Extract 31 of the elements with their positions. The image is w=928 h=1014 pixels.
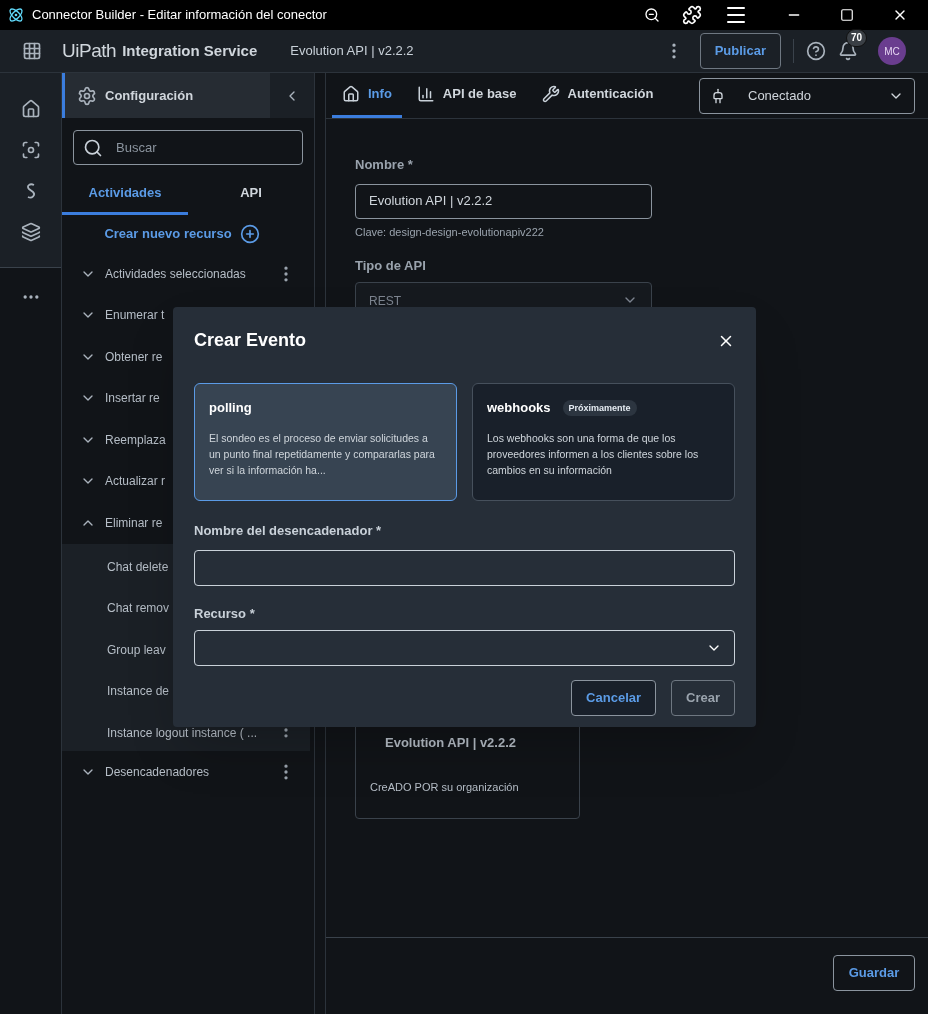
tree-item-label: Insertar re xyxy=(105,390,160,408)
connector-name: Evolution API | v2.2.2 xyxy=(290,42,414,61)
field-label: Nombre del desencadenador * xyxy=(194,522,383,540)
tree-item-label: Instance de xyxy=(107,683,170,701)
option-description: Los webhooks son una forma de que los proveedores informen a los clientes sobre los cambios en su información xyxy=(487,430,700,478)
notification-count: 70 xyxy=(846,29,868,47)
tree-item-label: Enumerar t xyxy=(105,307,165,325)
product-name: Integration Service xyxy=(122,40,258,61)
tree-item-label: Instance logout instance ( ... xyxy=(107,724,258,742)
dialog-title: Crear Evento xyxy=(194,329,307,352)
field-label: Tipo de API xyxy=(355,257,427,275)
field-label: Nombre * xyxy=(355,156,414,174)
status-tag: Próximamente xyxy=(562,399,637,416)
tree-item-label: Group leav xyxy=(107,641,166,659)
card-title: Evolution API | v2.2.2 xyxy=(385,733,518,752)
logo: UiPath xyxy=(62,38,117,63)
tree-item-label: Actividades seleccionadas xyxy=(105,265,246,283)
tree-item-label: Actualizar r xyxy=(105,473,166,491)
window-title: Connector Builder - Editar información del conector xyxy=(32,6,327,25)
option-title: polling xyxy=(209,399,252,417)
tree-item-label: Eliminar re xyxy=(105,514,163,532)
tree-item-label: Reemplaza xyxy=(105,431,166,449)
card-subtitle: CreADO POR su organización xyxy=(370,780,520,795)
tree-item-label: Obtener re xyxy=(105,348,163,366)
tree-item-label: Chat delete xyxy=(107,558,169,576)
option-title: webhooks xyxy=(487,399,551,417)
key-hint: Clave: design-design-evolutionapiv222 xyxy=(355,224,545,240)
field-label: Recurso * xyxy=(194,604,256,623)
sidebar-title: Configuración xyxy=(105,86,194,105)
tree-item-label: Desencadenadores xyxy=(105,763,210,781)
option-description: El sondeo es el proceso de enviar solicitudes a un punto final repetidamente y compararlas para ver si la información ha... xyxy=(209,430,436,478)
